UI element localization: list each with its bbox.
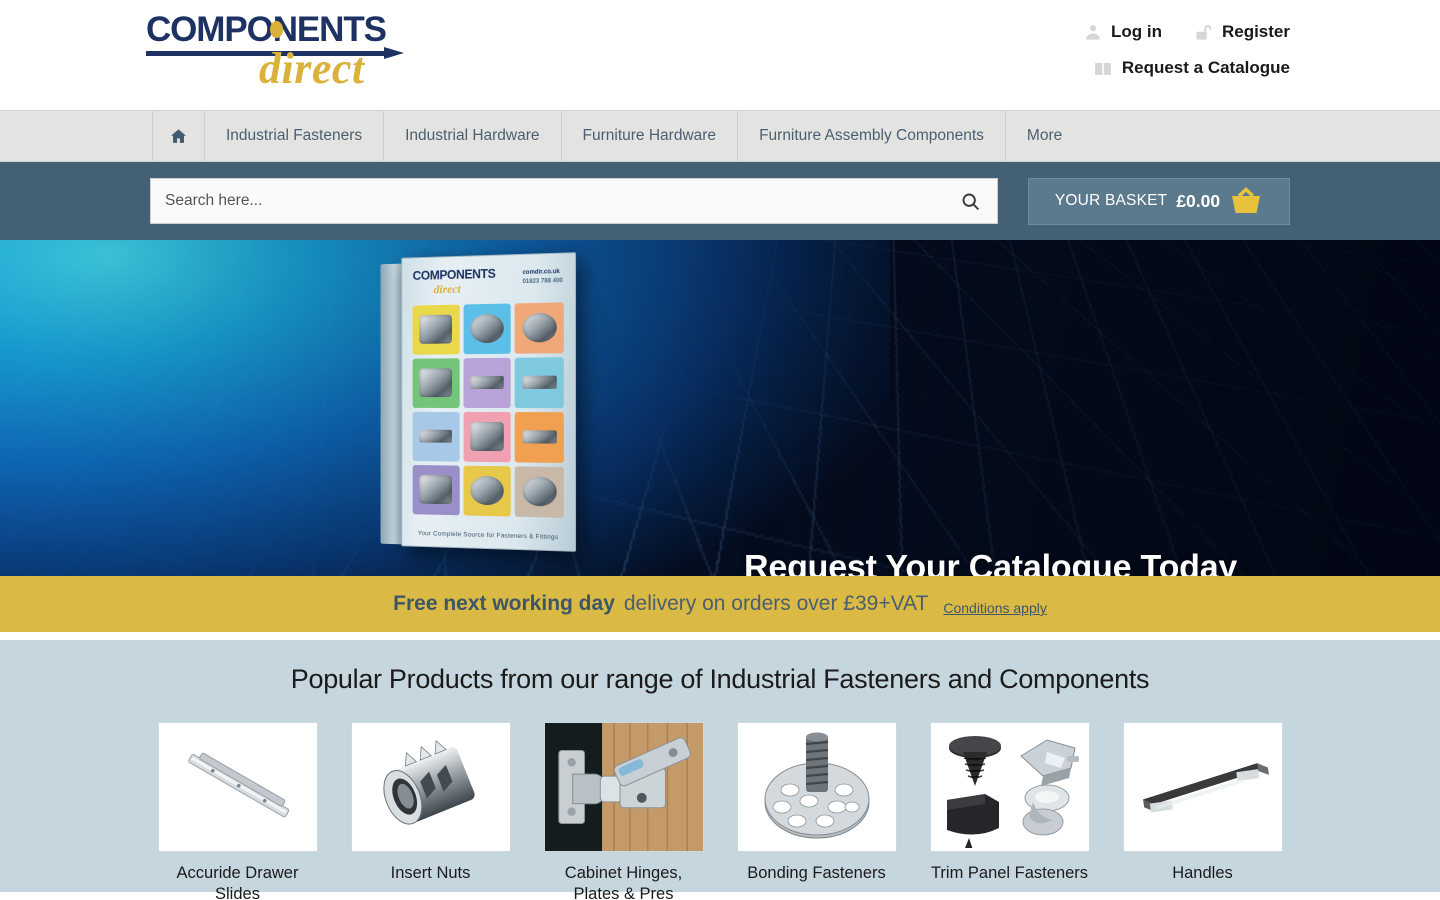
- nav-label: Industrial Hardware: [405, 127, 540, 144]
- login-link[interactable]: Log in: [1084, 22, 1162, 42]
- delivery-strong-text: Free next working day: [393, 592, 615, 615]
- main-navigation: Industrial Fasteners Industrial Hardware…: [0, 110, 1440, 162]
- trim-panel-fastener-icon: [946, 736, 1079, 848]
- product-label: Handles: [1172, 864, 1233, 882]
- nav-label: More: [1026, 127, 1063, 144]
- basket-icon: [1232, 187, 1261, 213]
- product-card[interactable]: Insert Nuts: [350, 722, 511, 900]
- search-icon: [962, 193, 979, 210]
- basket-total: £0.00: [1176, 190, 1221, 211]
- nav-label: Industrial Fasteners: [226, 127, 363, 144]
- nav-item-industrial-fasteners[interactable]: Industrial Fasteners: [204, 111, 383, 161]
- book-phone: 01823 788 400: [522, 278, 563, 286]
- book-tile: [463, 302, 512, 354]
- product-label: Cabinet Hinges, Plates & Pres: [564, 864, 683, 900]
- login-label: Log in: [1110, 22, 1162, 41]
- product-grid: Accuride Drawer Slides Insert Nuts Cabin…: [0, 722, 1440, 900]
- request-catalogue-link[interactable]: Request a Catalogue: [1093, 58, 1290, 78]
- basket-label: YOUR BASKET: [1054, 192, 1168, 209]
- product-thumbnail: [929, 722, 1090, 852]
- book-tile: [514, 301, 564, 354]
- metal-clip: [1019, 739, 1079, 786]
- book-contact: comdir.co.uk 01823 788 400: [523, 268, 563, 287]
- delivery-banner: Free next working day delivery on orders…: [0, 576, 1440, 640]
- book-tile: [412, 464, 460, 515]
- product-thumbnail: [157, 722, 318, 852]
- black-screw-rivet: [948, 736, 1001, 786]
- book-tile: [514, 411, 564, 463]
- nav-item-industrial-hardware[interactable]: Industrial Hardware: [383, 111, 560, 161]
- product-card[interactable]: Trim Panel Fasteners: [929, 722, 1090, 900]
- bonding-fastener-icon: [764, 732, 869, 839]
- book-tile: [514, 356, 564, 408]
- search-box: [150, 178, 998, 224]
- user-icon: [1086, 25, 1100, 40]
- book-tile: [463, 465, 512, 517]
- product-thumbnail: [736, 722, 897, 852]
- book-cover: COMPONENTS direct comdir.co.uk 01823 788…: [401, 252, 577, 552]
- search-submit-button[interactable]: [943, 179, 997, 223]
- handle-icon: [1142, 763, 1269, 813]
- catalogue-book-image: COMPONENTS COMPONENTS direct comdir.co.u…: [380, 252, 577, 552]
- nav-item-furniture-hardware[interactable]: Furniture Hardware: [560, 111, 738, 161]
- basket-widget[interactable]: YOUR BASKET £0.00: [1028, 177, 1290, 225]
- logo-dot: [270, 21, 283, 38]
- product-card[interactable]: Accuride Drawer Slides: [157, 722, 318, 900]
- section-title: Popular Products from our range of Indus…: [290, 664, 1150, 694]
- delivery-text: delivery on orders over £39+VAT: [623, 592, 929, 615]
- home-icon: [170, 128, 187, 143]
- book-product-grid: [412, 301, 564, 518]
- nav-label: Furniture Assembly Components: [759, 127, 984, 144]
- unlock-icon: [1196, 24, 1212, 40]
- nav-label: Furniture Hardware: [582, 127, 717, 144]
- book-icon: [1094, 62, 1111, 75]
- logo-tagline: direct: [259, 44, 365, 93]
- cabinet-hinge-icon: [544, 723, 703, 851]
- search-input[interactable]: [151, 179, 943, 223]
- product-label: Trim Panel Fasteners: [930, 864, 1089, 882]
- drawer-slide-icon: [187, 752, 289, 818]
- nav-item-more[interactable]: More: [1006, 111, 1083, 161]
- product-label: Insert Nuts: [390, 864, 471, 882]
- black-edge-trim: [946, 794, 999, 848]
- book-tile: [412, 411, 460, 462]
- product-thumbnail: [543, 722, 704, 852]
- popular-products-section: Popular Products from our range of Indus…: [0, 640, 1440, 900]
- nav-home[interactable]: [152, 111, 204, 161]
- hero-banner: COMPONENTS COMPONENTS direct comdir.co.u…: [0, 240, 1440, 576]
- request-catalogue-label: Request a Catalogue: [1121, 58, 1290, 77]
- book-tile: [514, 465, 564, 518]
- book-tile: [412, 304, 460, 355]
- product-card[interactable]: Handles: [1122, 722, 1283, 900]
- product-label: Accuride Drawer Slides: [176, 864, 299, 900]
- nav-item-furniture-assembly-components[interactable]: Furniture Assembly Components: [737, 111, 1006, 161]
- top-utility-links: Log in Register Request a Catalogue: [1084, 14, 1290, 86]
- insert-nut-icon: [382, 740, 475, 825]
- search-bar-band: YOUR BASKET £0.00: [0, 162, 1440, 240]
- site-logo[interactable]: COMPONENTS direct: [146, 12, 416, 94]
- product-thumbnail: [1122, 722, 1283, 852]
- product-card[interactable]: Bonding Fasteners: [736, 722, 897, 900]
- chrome-rivet: [1022, 784, 1069, 836]
- register-label: Register: [1221, 22, 1290, 41]
- register-link[interactable]: Register: [1194, 22, 1290, 42]
- hero-title: Request Your Catalogue Today: [744, 548, 1238, 577]
- book-tile: [463, 411, 512, 462]
- product-card[interactable]: Cabinet Hinges, Plates & Pres: [543, 722, 704, 900]
- book-tile: [463, 357, 512, 408]
- hero-heading-wrap: Request Your Catalogue Today: [744, 549, 1237, 577]
- product-label: Bonding Fasteners: [747, 864, 886, 882]
- product-thumbnail: [350, 722, 511, 852]
- conditions-apply-link[interactable]: Conditions apply: [943, 592, 1047, 616]
- book-tile: [412, 357, 460, 408]
- book-tagline: Your Complete Source for Fasteners & Fit…: [417, 530, 559, 542]
- site-header: COMPONENTS direct Log in Register Reques…: [0, 0, 1440, 110]
